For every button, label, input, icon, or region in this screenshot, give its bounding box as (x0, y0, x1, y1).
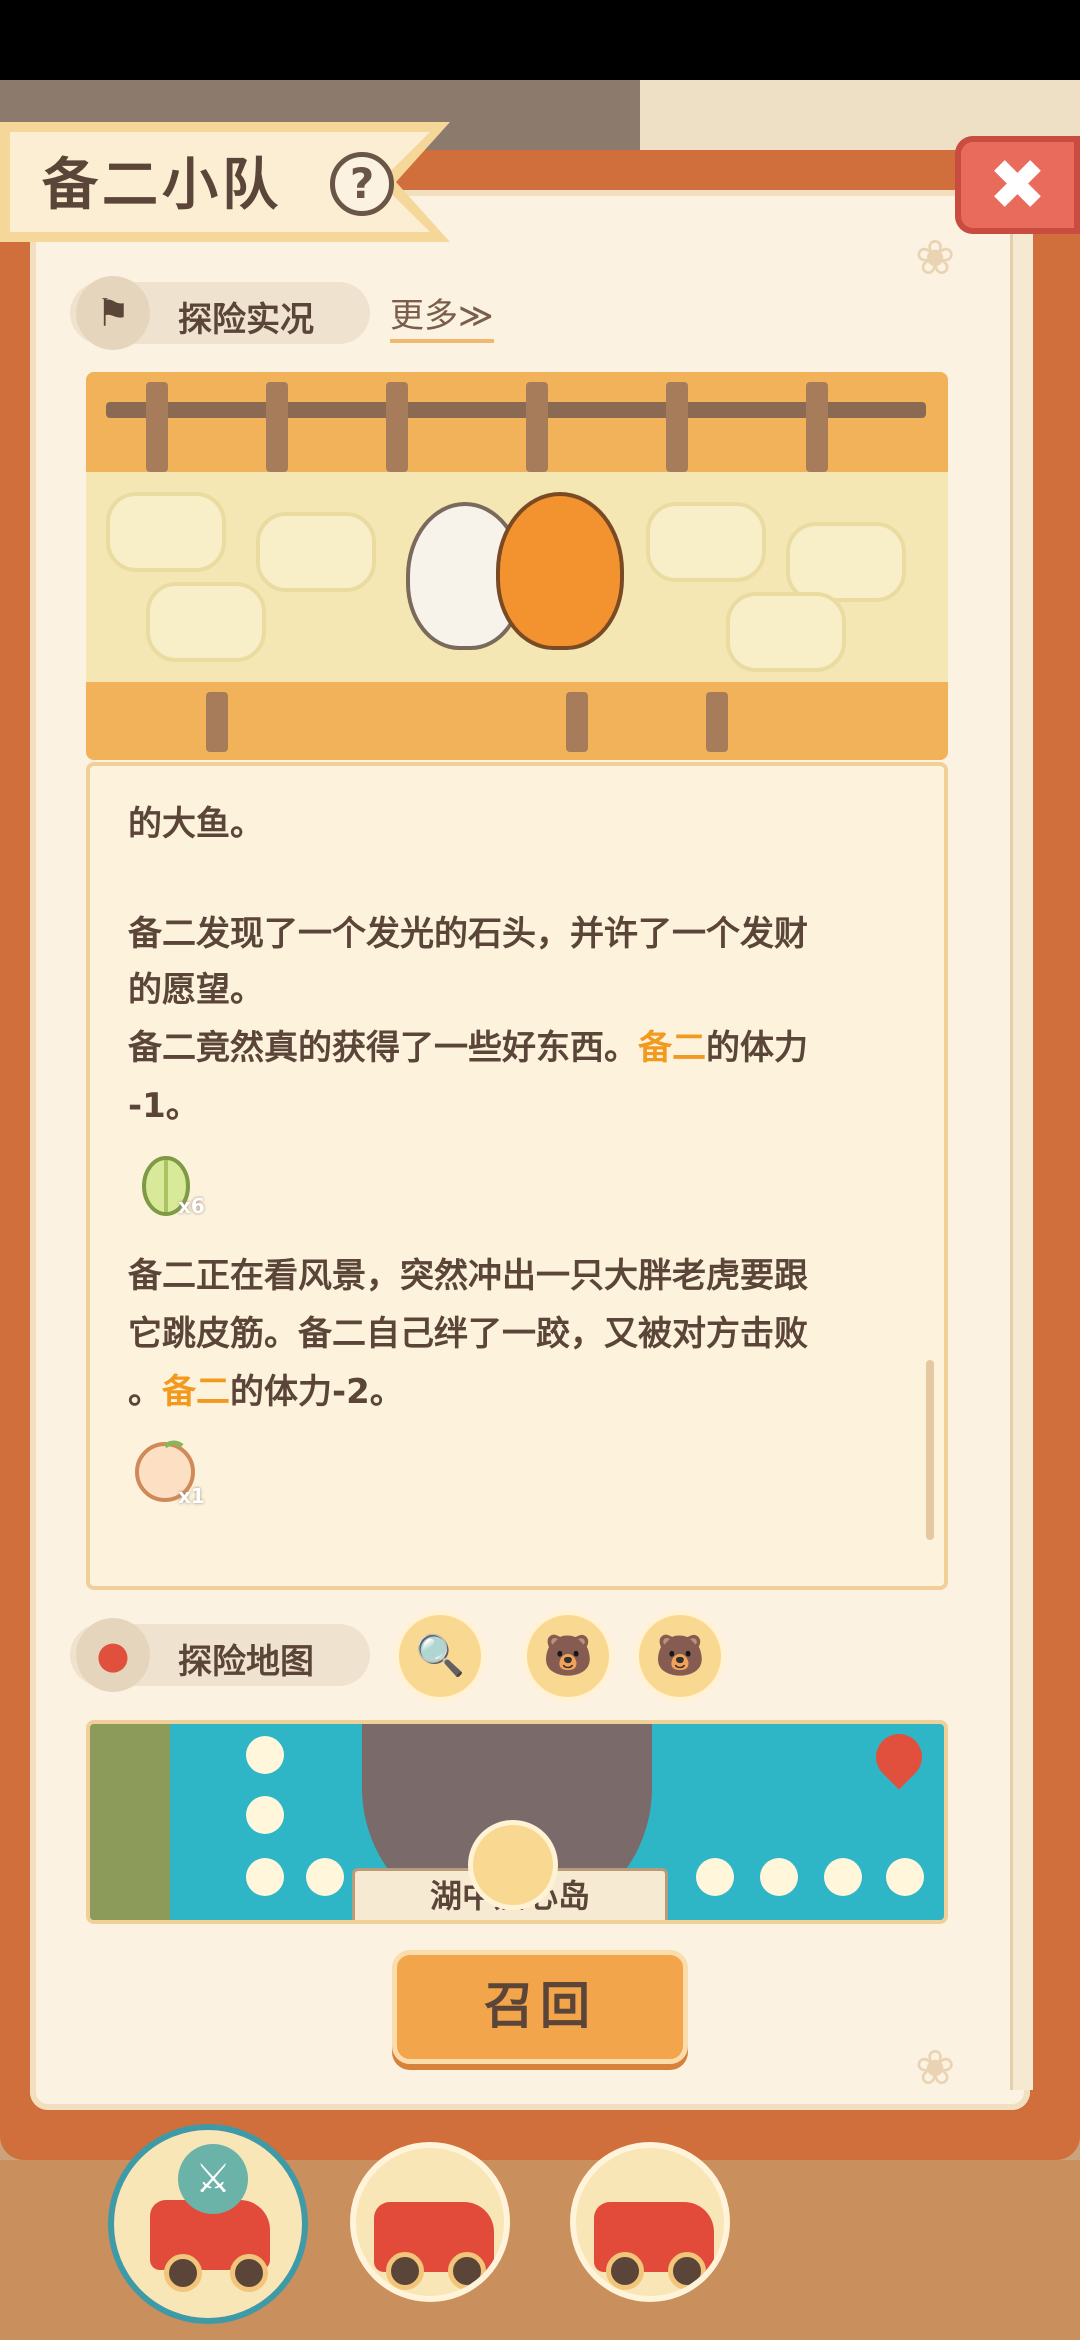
fence-post (526, 382, 548, 472)
path-stone (146, 582, 266, 662)
log-line: 备二正在看风景，突然冲出一只大胖老虎要跟 (128, 1256, 808, 1296)
reward-count: x6 (178, 1194, 205, 1218)
path-stone (646, 502, 766, 582)
paw-decoration-icon: ❀ (915, 230, 956, 286)
truck-marker-icon (468, 1820, 558, 1910)
recall-button[interactable]: 召回 (392, 1950, 688, 2064)
log-line: 。备二的体力-2。 (128, 1372, 404, 1412)
path-stone (256, 512, 376, 592)
status-bar (0, 0, 1080, 80)
map-path-dot (760, 1858, 798, 1896)
paw-decoration-icon: ❀ (915, 2040, 956, 2096)
path-stone (106, 492, 226, 572)
wheel-icon (164, 2254, 202, 2292)
map-path-dot (246, 1858, 284, 1896)
fence-post (266, 382, 288, 472)
adventure-map[interactable]: 湖中爱心岛 (86, 1720, 948, 1924)
bear-avatar-icon[interactable]: 🐻 (634, 1610, 726, 1702)
path-stone (726, 592, 846, 672)
map-path-dot (886, 1858, 924, 1896)
adventure-scene (86, 372, 948, 760)
fence-post (386, 382, 408, 472)
flag-icon: ⚑ (76, 276, 150, 350)
path-stone (786, 522, 906, 602)
more-link[interactable]: 更多≫ (390, 288, 494, 343)
destination-pin-icon (866, 1724, 932, 1790)
help-button[interactable]: ? (330, 152, 394, 216)
map-path-dot (246, 1736, 284, 1774)
log-scrollbar[interactable] (926, 1360, 934, 1540)
vehicle-slot-1[interactable]: ⚔ (108, 2124, 308, 2324)
magnifier-icon[interactable]: 🔍 (394, 1610, 486, 1702)
crossed-swords-icon: ⚔ (178, 2144, 248, 2214)
log-line: 的愿望。 (128, 970, 264, 1010)
log-line: 备二发现了一个发光的石头，并许了一个发财 (128, 914, 808, 954)
log-line: 的大鱼。 (128, 804, 264, 844)
wheel-icon (386, 2252, 424, 2290)
fence-post (666, 382, 688, 472)
vehicle-slot-2[interactable] (350, 2142, 510, 2302)
map-land (90, 1724, 170, 1920)
vehicle-slot-3[interactable] (570, 2142, 730, 2302)
bear-avatar-icon[interactable]: 🐻 (522, 1610, 614, 1702)
orange-cat (496, 492, 624, 650)
map-path-dot (696, 1858, 734, 1896)
page-edge (1010, 230, 1033, 2090)
report-section-label: 探险实况 (178, 300, 314, 340)
log-line: 它跳皮筋。备二自己绊了一跤，又被对方击败 (128, 1314, 808, 1354)
log-line: -1。 (128, 1086, 200, 1126)
reward-count: x1 (178, 1484, 205, 1508)
log-line: 备二竟然真的获得了一些好东西。备二的体力 (128, 1028, 808, 1068)
map-path-dot (306, 1858, 344, 1896)
fence-post (146, 382, 168, 472)
fence-post (806, 382, 828, 472)
adventure-log[interactable] (86, 762, 948, 1590)
wheel-icon (448, 2252, 486, 2290)
fence-post (206, 692, 228, 752)
map-path-dot (246, 1796, 284, 1834)
wheel-icon (668, 2252, 706, 2290)
fence-rail (106, 402, 926, 418)
location-pin-icon: ● (76, 1618, 150, 1692)
page-title: 备二小队 (42, 153, 282, 218)
wheel-icon (606, 2252, 644, 2290)
map-section-label: 探险地图 (178, 1642, 314, 1682)
wheel-icon (230, 2254, 268, 2292)
close-button[interactable]: ✖ (955, 136, 1080, 234)
fence-post (706, 692, 728, 752)
fence-post (566, 692, 588, 752)
map-path-dot (824, 1858, 862, 1896)
